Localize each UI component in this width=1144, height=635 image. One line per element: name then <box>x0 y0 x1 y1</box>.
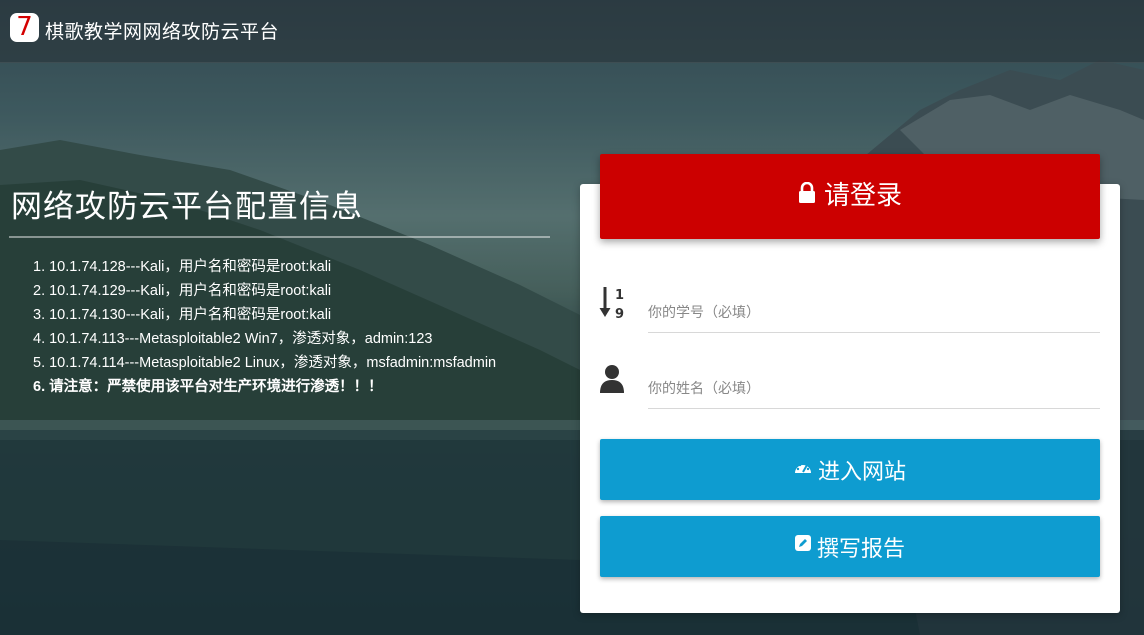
brand-logo[interactable]: 7 <box>10 13 39 42</box>
login-header-label: 请登录 <box>823 181 902 211</box>
user-icon <box>600 364 624 398</box>
info-title: 网络攻防云平台配置信息 <box>11 189 363 225</box>
info-list: 1. 10.1.74.128---Kali，用户名和密码是root:kali 2… <box>33 255 563 399</box>
info-warning: 6. 请注意：严禁使用该平台对生产环境进行渗透！！！ <box>33 379 383 395</box>
svg-text:1: 1 <box>615 288 624 303</box>
enter-site-label: 进入网站 <box>817 459 906 485</box>
sort-numeric-icon: 1 9 <box>599 285 629 325</box>
enter-site-button[interactable]: 进入网站 <box>600 439 1100 500</box>
write-report-label: 撰写报告 <box>816 536 905 562</box>
svg-text:9: 9 <box>615 307 624 321</box>
info-divider <box>9 236 550 238</box>
info-item: 5. 10.1.74.114---Metasploitable2 Linux，渗… <box>33 355 497 371</box>
lock-icon <box>798 181 816 208</box>
info-item: 3. 10.1.74.130---Kali，用户名和密码是root:kali <box>33 307 332 323</box>
info-item: 4. 10.1.74.113---Metasploitable2 Win7，渗透… <box>33 331 433 347</box>
info-item: 2. 10.1.74.129---Kali，用户名和密码是root:kali <box>33 283 332 299</box>
top-navbar: 7 棋歌教学网网络攻防云平台 <box>0 0 1144 63</box>
student-id-input[interactable] <box>648 292 1100 333</box>
write-report-button[interactable]: 撰写报告 <box>600 516 1100 577</box>
login-header: 请登录 <box>600 154 1100 239</box>
name-input[interactable] <box>648 368 1100 409</box>
info-item: 1. 10.1.74.128---Kali，用户名和密码是root:kali <box>33 259 332 275</box>
dashboard-icon <box>794 455 812 480</box>
edit-icon <box>794 532 811 557</box>
brand-title[interactable]: 棋歌教学网网络攻防云平台 <box>45 17 279 44</box>
